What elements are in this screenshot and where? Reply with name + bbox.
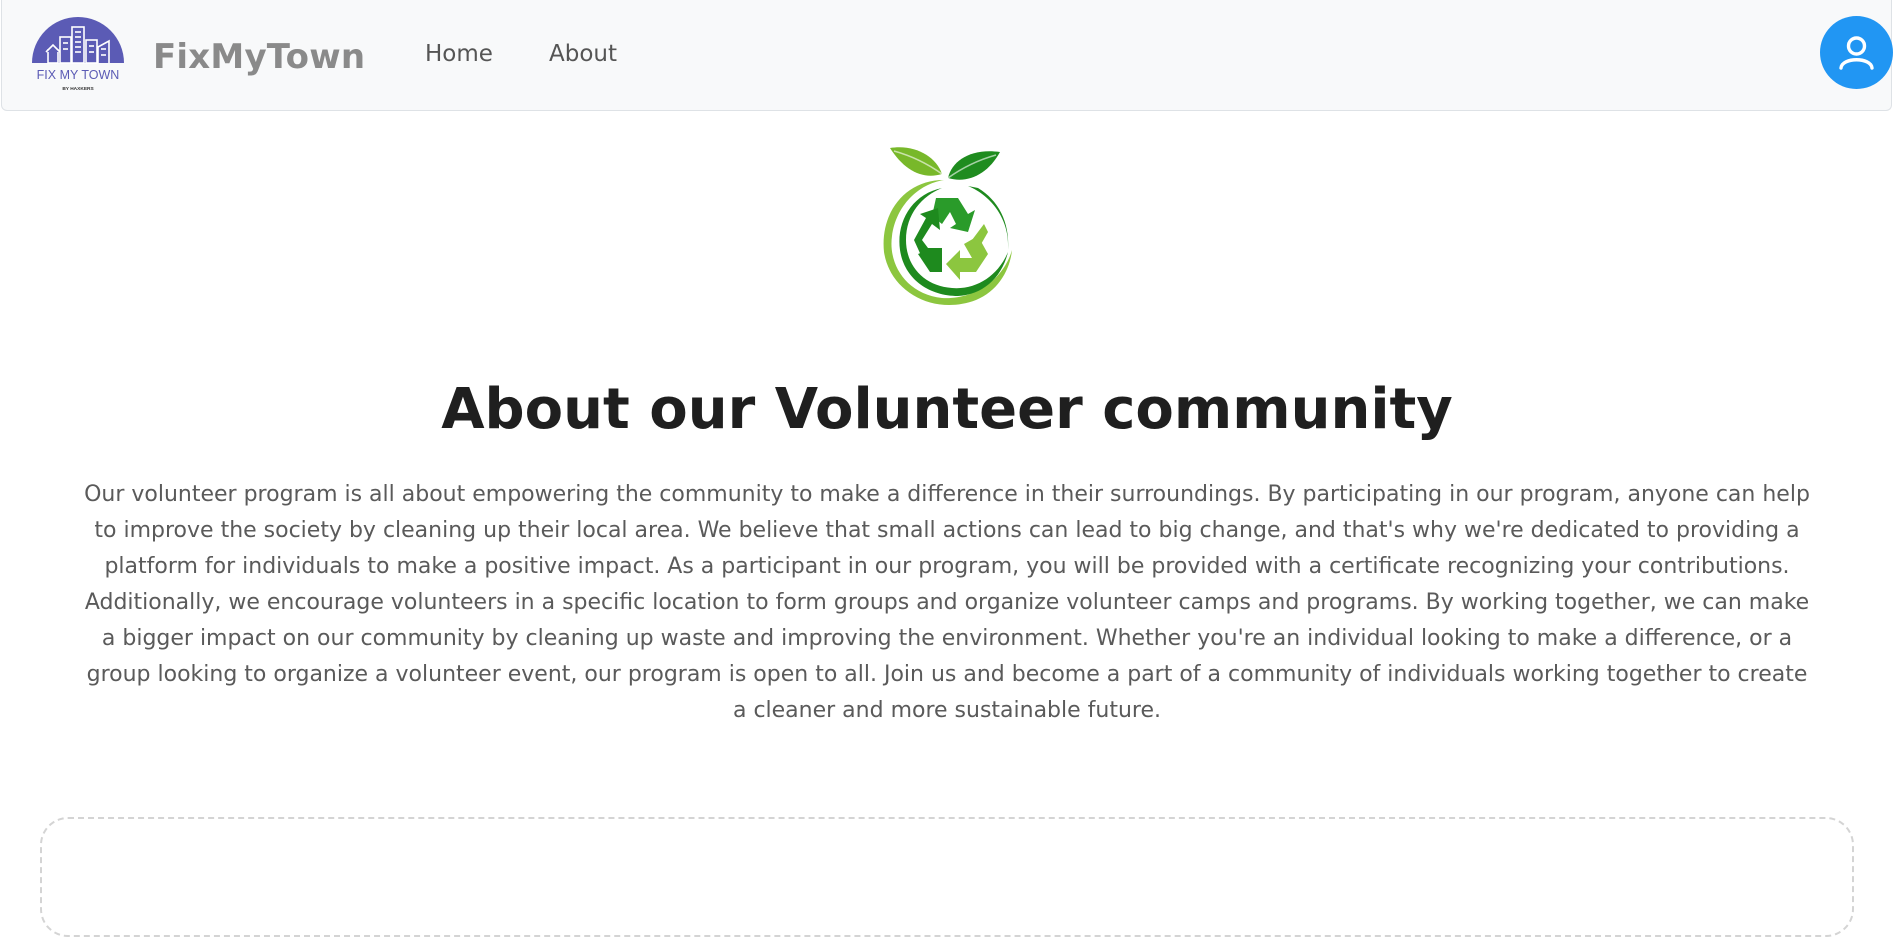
user-icon xyxy=(1839,36,1874,70)
dashed-card xyxy=(40,817,1854,937)
navbar: FIX MY TOWN BY HAXKERS FixMyTown Home Ab… xyxy=(1,0,1893,111)
logo-text: FIX MY TOWN xyxy=(37,68,120,82)
page-title: About our Volunteer community xyxy=(441,377,1453,442)
logo-subtext: BY HAXKERS xyxy=(62,86,94,92)
nav-link-home[interactable]: Home xyxy=(425,38,493,70)
recycle-arrows-icon xyxy=(914,198,988,280)
profile-button[interactable] xyxy=(1820,16,1893,89)
about-description: Our volunteer program is all about empow… xyxy=(84,482,1810,723)
brand-name[interactable]: FixMyTown xyxy=(153,35,365,79)
recycle-leaf-icon xyxy=(883,147,1012,306)
brand-logo[interactable]: FIX MY TOWN BY HAXKERS xyxy=(30,17,126,95)
nav-link-about[interactable]: About xyxy=(549,38,617,70)
